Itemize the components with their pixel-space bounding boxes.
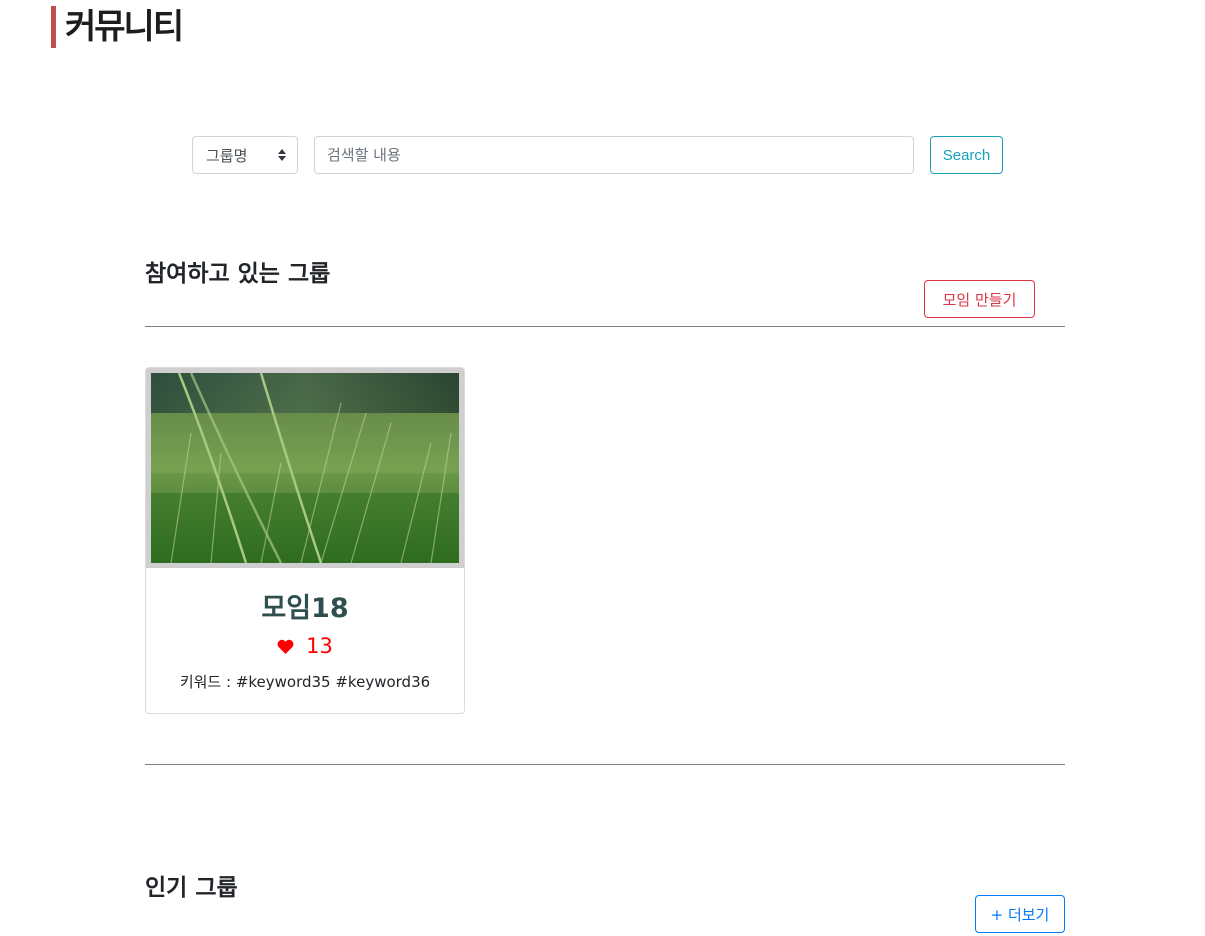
create-group-button[interactable]: 모임 만들기 [924,280,1035,318]
group-likes: 13 [146,634,464,658]
search-button[interactable]: Search [930,136,1003,174]
page-title-bar: 커뮤니티 [51,6,184,48]
search-filter-selected-value: 그룹명 [206,146,248,165]
more-button[interactable]: + 더보기 [975,895,1065,933]
joined-groups-heading: 참여하고 있는 그룹 [145,261,331,287]
group-card[interactable]: 모임18 13 키워드 : #keyword35 #keyword36 [145,367,465,714]
heart-icon[interactable] [277,639,294,654]
group-keywords: 키워드 : #keyword35 #keyword36 [179,673,431,691]
search-input[interactable] [314,136,914,174]
group-image [151,373,459,563]
chevron-updown-icon [278,148,286,162]
section-divider [145,764,1065,765]
group-name[interactable]: 모임18 [146,586,464,625]
search-filter-select[interactable]: 그룹명 [192,136,298,174]
search-bar: 그룹명 Search [192,136,1003,174]
like-count: 13 [306,634,333,658]
page-title: 커뮤니티 [65,7,184,47]
section-divider [145,326,1065,327]
group-image-frame [146,368,464,568]
popular-groups-heading: 인기 그룹 [145,875,238,901]
